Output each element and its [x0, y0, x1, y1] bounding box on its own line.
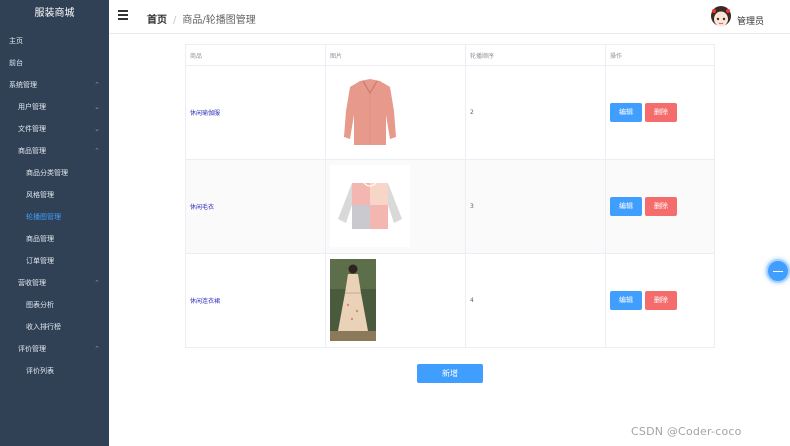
sidebar-item[interactable]: 商品分类管理 [0, 162, 109, 184]
sort-cell: 4 [465, 253, 606, 348]
sidebar: 服装商城 主页前台系统管理 ⌃ 用户管理 ⌄ 文件管理 ⌄ 商品管理 ⌃ 商品分类管理 风格管理轮… [0, 0, 109, 446]
username: 管理员 [736, 17, 764, 27]
sidebar-item[interactable]: 商品管理 [0, 228, 109, 250]
breadcrumb: 首页 / 商品/轮播图管理 [147, 11, 256, 26]
column-header-actions: 操作 [605, 44, 715, 66]
goods-image-dress [330, 258, 376, 341]
table-row: 休闲连衣裙 4 编辑 删除 [185, 253, 715, 348]
sidebar-item[interactable]: 前台 [0, 52, 109, 74]
sidebar-item-label: 评价列表 [26, 367, 54, 375]
actions-cell: 编辑 删除 [605, 65, 715, 160]
chevron-up-icon: ⌃ [94, 279, 100, 287]
image-cell [325, 65, 466, 160]
floating-assistant-button[interactable] [766, 259, 790, 283]
sidebar-item-label: 收入排行榜 [26, 323, 61, 331]
sidebar-item-label: 商品管理 [26, 235, 54, 243]
hamburger-menu-icon[interactable] [118, 10, 128, 22]
delete-button[interactable]: 删除 [645, 197, 677, 216]
goods-name: 休闲毛衣 [190, 204, 215, 211]
sidebar-item-label: 订单管理 [26, 257, 54, 265]
chevron-up-icon: ⌃ [94, 345, 100, 353]
sidebar-item-label: 用户管理 [18, 103, 46, 111]
sort-cell: 2 [465, 65, 606, 160]
sidebar-item[interactable]: 评价管理 ⌃ [0, 338, 109, 360]
breadcrumb-separator: / [173, 15, 177, 26]
actions-cell: 编辑 删除 [605, 253, 715, 348]
user-menu[interactable]: 管理员 [708, 5, 764, 29]
sidebar-item-label: 系统管理 [9, 81, 37, 89]
goods-name: 休闲瑜伽服 [190, 110, 221, 117]
sidebar-item-label: 评价管理 [18, 345, 46, 353]
header: 首页 / 商品/轮播图管理 管理员 [109, 0, 790, 34]
sidebar-item-label: 文件管理 [18, 125, 46, 133]
sort-value: 3 [470, 203, 474, 210]
add-button[interactable]: 新增 [417, 364, 483, 383]
sidebar-item[interactable]: 商品管理 ⌃ [0, 140, 109, 162]
breadcrumb-home[interactable]: 首页 [147, 15, 167, 26]
main-content: 商品 图片 轮播顺序 操作 休闲瑜伽服 2 编辑删除 休闲毛衣 3 编辑 删除 … [109, 35, 790, 446]
sidebar-item[interactable]: 主页 [0, 30, 109, 52]
delete-button[interactable]: 删除 [645, 291, 677, 310]
sidebar-item[interactable]: 评价列表 [0, 360, 109, 382]
sidebar-menu: 主页 前台 系统管理 ⌃ 用户管理 ⌄ 文件管理 ⌄ 商品管理 ⌃ 商品分类管理 风格管理 轮播图管理商… [0, 30, 109, 382]
sidebar-item-label: 前台 [9, 59, 23, 67]
sidebar-item-label: 轮播图管理 [26, 213, 61, 221]
chevron-up-icon: ⌃ [94, 147, 100, 155]
delete-button[interactable]: 删除 [645, 103, 677, 122]
actions-cell: 编辑 删除 [605, 159, 715, 254]
sidebar-item[interactable]: 收入排行榜 [0, 316, 109, 338]
edit-button[interactable]: 编辑 [610, 291, 642, 310]
breadcrumb-current: 商品/轮播图管理 [182, 15, 256, 26]
sort-value: 4 [470, 297, 474, 304]
carousel-table: 商品 图片 轮播顺序 操作 休闲瑜伽服 2 编辑删除 休闲毛衣 3 编辑 删除 … [185, 44, 715, 348]
chevron-down-icon: ⌄ [94, 125, 100, 133]
column-header-image: 图片 [325, 44, 466, 66]
sidebar-item-label: 商品管理 [18, 147, 46, 155]
sidebar-item[interactable]: 订单管理 [0, 250, 109, 272]
watermark: CSDN @Coder-coco [631, 425, 742, 438]
image-cell [325, 253, 466, 348]
sort-cell: 3 [465, 159, 606, 254]
sidebar-item[interactable]: 图表分析 [0, 294, 109, 316]
table-row: 休闲瑜伽服 2 编辑 删除 [185, 65, 715, 160]
table-row: 休闲毛衣 3 编辑 删除 [185, 159, 715, 254]
avatar[interactable] [708, 5, 733, 29]
sidebar-item-label: 商品分类管理 [26, 169, 68, 177]
image-cell [325, 159, 466, 254]
chevron-down-icon: ⌄ [94, 103, 100, 111]
sort-value: 2 [470, 109, 474, 116]
column-header-goods: 商品 [185, 44, 326, 66]
goods-name-cell: 休闲连衣裙 [185, 253, 326, 348]
sidebar-item-label: 主页 [9, 37, 23, 45]
chevron-up-icon: ⌃ [94, 81, 100, 89]
goods-image-pink-top [330, 70, 410, 153]
sidebar-item-label: 图表分析 [26, 301, 54, 309]
goods-name-cell: 休闲瑜伽服 [185, 65, 326, 160]
goods-name: 休闲连衣裙 [190, 298, 221, 305]
sidebar-item-label: 营收管理 [18, 279, 46, 287]
sidebar-item[interactable]: 文件管理 ⌄ [0, 118, 109, 140]
sidebar-item[interactable]: 轮播图管理 [0, 206, 109, 228]
edit-button[interactable]: 编辑 [610, 197, 642, 216]
sidebar-item[interactable]: 风格管理 [0, 184, 109, 206]
goods-name-cell: 休闲毛衣 [185, 159, 326, 254]
sidebar-title: 服装商城 [34, 8, 75, 19]
sidebar-item[interactable]: 营收管理 ⌃ [0, 272, 109, 294]
goods-image-sweater [330, 164, 410, 247]
sidebar-item-label: 风格管理 [26, 191, 54, 199]
column-header-sort: 轮播顺序 [465, 44, 606, 66]
sidebar-item[interactable]: 系统管理 ⌃ [0, 74, 109, 96]
edit-button[interactable]: 编辑 [610, 103, 642, 122]
sidebar-item[interactable]: 用户管理 ⌄ [0, 96, 109, 118]
